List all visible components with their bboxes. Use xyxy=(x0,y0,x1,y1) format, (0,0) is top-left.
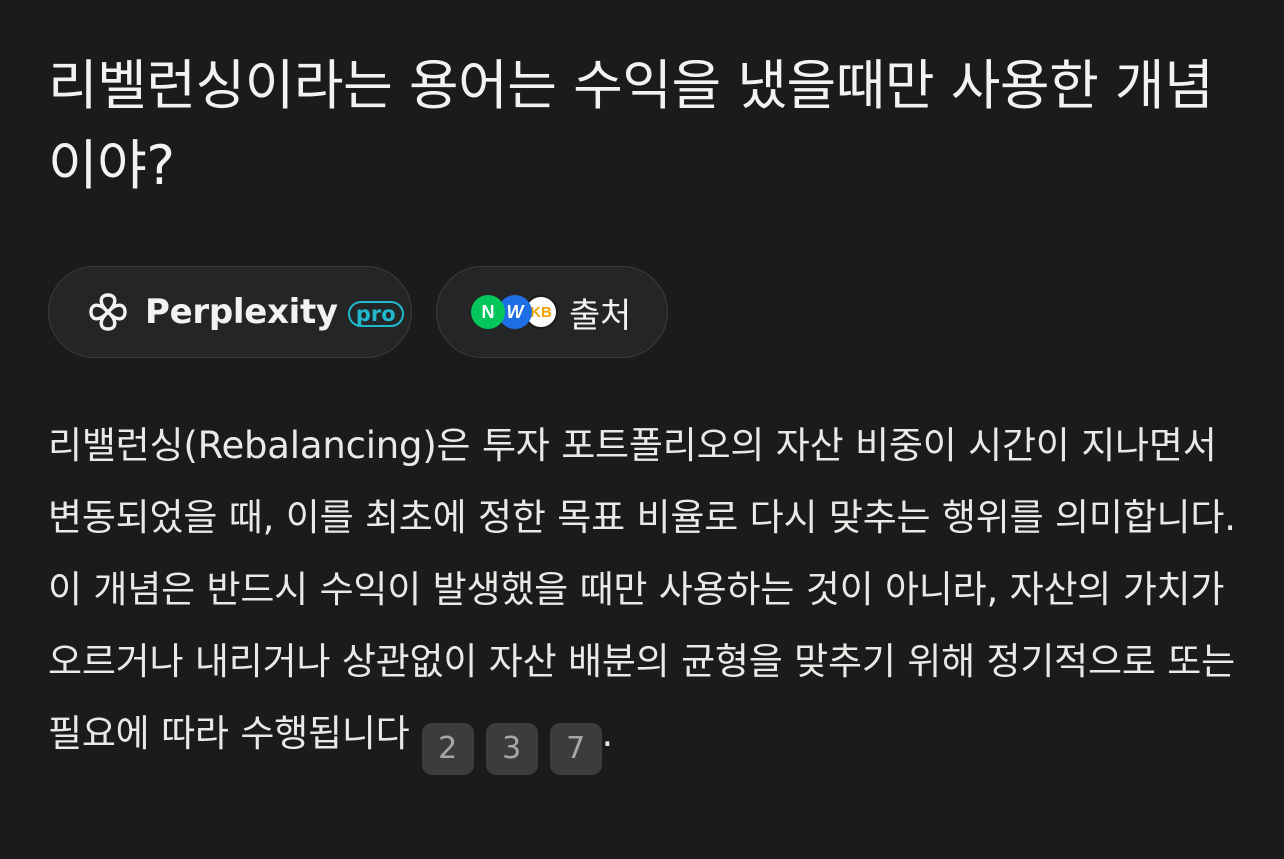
answer-body: 리밸런싱(Rebalancing)은 투자 포트폴리오의 자산 비중이 시간이 … xyxy=(48,424,1236,755)
pro-badge: pro xyxy=(347,301,404,327)
perplexity-logo-icon xyxy=(87,291,129,333)
answer-end-punct: . xyxy=(601,712,614,755)
perplexity-model-chip[interactable]: Perplexity pro xyxy=(48,266,412,358)
answer-text: 리밸런싱(Rebalancing)은 투자 포트폴리오의 자산 비중이 시간이 … xyxy=(48,410,1248,775)
sources-chip[interactable]: N W KB 출처 xyxy=(436,266,668,358)
citation-button[interactable]: 3 xyxy=(485,723,538,775)
naver-logo-icon: N xyxy=(471,295,505,329)
question-title: 리벨런싱이라는 용어는 수익을 냈을때만 사용한 개념이야? xyxy=(48,54,1214,197)
source-logos: N W KB xyxy=(471,294,559,330)
model-label: Perplexity xyxy=(145,292,338,332)
citation-button[interactable]: 2 xyxy=(421,723,474,775)
sources-label: 출처 xyxy=(569,295,631,336)
citation-button[interactable]: 7 xyxy=(549,723,602,775)
